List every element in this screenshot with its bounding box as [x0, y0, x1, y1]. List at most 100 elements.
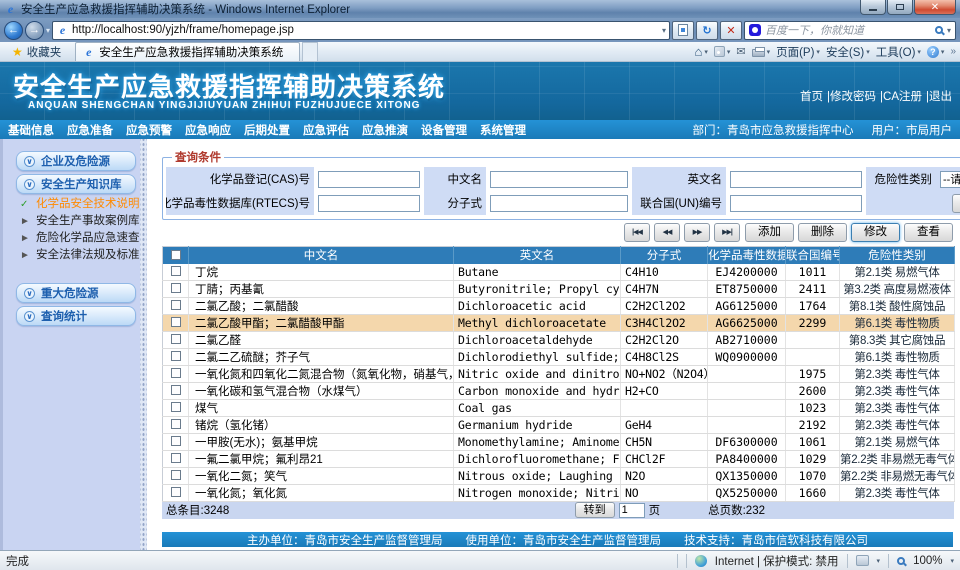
table-row[interactable]: 一氧化碳和氢气混合物（水煤气） Carbon monoxide and hydr… [163, 382, 955, 399]
address-bar[interactable]: e http://localhost:90/yjzh/frame/homepag… [52, 21, 670, 40]
compatibility-view-button[interactable] [672, 21, 694, 40]
goto-page-input[interactable] [619, 503, 645, 518]
safety-menu[interactable]: 安全(S)▾ [826, 44, 870, 60]
sidebar-item[interactable]: ► 安全法律法规及标准库 [20, 248, 140, 263]
zoom-level-text[interactable]: 100% [913, 555, 942, 567]
compat-mode-icon[interactable] [856, 555, 869, 566]
table-row[interactable]: 一氟二氯甲烷；氟利昂21 Dichlorofluoromethane; Freo… [163, 450, 955, 467]
search-dropdown-icon[interactable]: ▾ [947, 26, 951, 35]
new-tab-stub[interactable] [302, 42, 318, 61]
banner-link[interactable]: 首页 [800, 88, 823, 104]
sidebar-group[interactable]: ∨ 安全生产知识库 [16, 174, 136, 194]
row-checkbox[interactable] [171, 300, 181, 310]
un-input[interactable] [730, 195, 862, 212]
sidebar-splitter[interactable] [140, 139, 147, 550]
read-mail-button[interactable]: ✉ [736, 45, 745, 58]
row-checkbox[interactable] [171, 436, 181, 446]
menu-item[interactable]: 应急评估 [303, 122, 349, 138]
row-checkbox[interactable] [171, 283, 181, 293]
menu-item[interactable]: 应急准备 [67, 122, 113, 138]
pager-button[interactable]: ▶▶ [684, 223, 710, 242]
sidebar-item[interactable]: ► 危险化学品应急速查手... [20, 231, 140, 246]
header-danger[interactable]: 危险性类别 [840, 247, 955, 264]
forward-button[interactable]: → [25, 21, 44, 40]
header-en[interactable]: 英文名 [454, 247, 621, 264]
table-row[interactable]: 二氯乙酸；二氯醋酸 Dichloroacetic acid C2H2Cl2O2 … [163, 297, 955, 314]
banner-link[interactable]: |CA注册 [880, 88, 922, 104]
stop-button[interactable]: ✕ [720, 21, 742, 40]
row-checkbox[interactable] [171, 487, 181, 497]
menu-item[interactable]: 应急预警 [126, 122, 172, 138]
header-un[interactable]: 联合国编号 [786, 247, 840, 264]
feeds-button[interactable]: ▾ [714, 46, 731, 57]
header-cn[interactable]: 中文名 [189, 247, 454, 264]
favorites-button[interactable]: ★ 收藏夹 [4, 42, 69, 61]
sidebar-item[interactable]: ► 安全生产事故案例库 [20, 214, 140, 229]
add-button[interactable]: 添加 [745, 223, 794, 242]
search-icon[interactable] [935, 26, 943, 34]
menu-item[interactable]: 后期处置 [244, 122, 290, 138]
compat-dropdown-icon[interactable]: ▾ [877, 557, 881, 565]
address-dropdown-icon[interactable]: ▾ [662, 26, 666, 35]
zoom-dropdown-icon[interactable]: ▾ [950, 557, 954, 565]
table-row[interactable]: 煤气 Coal gas 1023 第2.3类 毒性气体 [163, 399, 955, 416]
select-all-checkbox[interactable] [171, 250, 181, 260]
table-row[interactable]: 丁烷 Butane C4H10 EJ4200000 1011 第2.1类 易燃气… [163, 264, 955, 281]
close-button[interactable]: ✕ [914, 0, 956, 15]
menu-item[interactable]: 应急推演 [362, 122, 408, 138]
back-button[interactable]: ← [4, 21, 23, 40]
page-menu[interactable]: 页面(P)▾ [776, 44, 820, 60]
search-placeholder[interactable]: 百度一下，你就知道 [765, 22, 931, 38]
table-row[interactable]: 锗烷（氢化锗） Germanium hydride GeH4 2192 第2.3… [163, 416, 955, 433]
row-checkbox[interactable] [171, 334, 181, 344]
sidebar-group[interactable]: ∨ 重大危险源 [16, 283, 136, 303]
menu-item[interactable]: 设备管理 [421, 122, 467, 138]
cas-input[interactable] [318, 171, 420, 188]
pager-button[interactable]: |◀◀ [624, 223, 650, 242]
more-commands-icon[interactable]: » [950, 46, 956, 57]
history-dropdown-icon[interactable]: ▾ [46, 26, 50, 35]
row-checkbox[interactable] [171, 385, 181, 395]
rtecs-input[interactable] [318, 195, 420, 212]
delete-button[interactable]: 删除 [798, 223, 847, 242]
sidebar-item[interactable]: ✓ 化学品安全技术说明书 [20, 197, 140, 212]
table-row[interactable]: 一甲胺(无水)；氨基甲烷 Monomethylamine; Aminometha… [163, 433, 955, 450]
table-row[interactable]: 二氯乙酸甲酯；二氯醋酸甲酯 Methyl dichloroacetate C3H… [163, 314, 955, 331]
maximize-button[interactable] [887, 0, 913, 15]
row-checkbox[interactable] [171, 351, 181, 361]
table-row[interactable]: 一氧化二氮；笑气 Nitrous oxide; Laughing gas N2O… [163, 467, 955, 484]
table-row[interactable]: 丁腈；丙基氰 Butyronitrile; Propyl cyanide C4H… [163, 280, 955, 297]
help-button[interactable]: ?▾ [927, 46, 945, 58]
row-checkbox[interactable] [171, 368, 181, 378]
tools-menu[interactable]: 工具(O)▾ [876, 44, 921, 60]
header-formula[interactable]: 分子式 [621, 247, 708, 264]
search-box[interactable]: 百度一下，你就知道 ▾ [744, 21, 956, 40]
menu-item[interactable]: 系统管理 [480, 122, 526, 138]
url-text[interactable]: http://localhost:90/yjzh/frame/homepage.… [72, 24, 659, 36]
sidebar-group[interactable]: ∨ 查询统计 [16, 306, 136, 326]
pager-button[interactable]: ◀◀ [654, 223, 680, 242]
row-checkbox[interactable] [171, 453, 181, 463]
table-row[interactable]: 一氧化氮和四氧化二氮混合物（氮氧化物，硝基气，氧化氮气体） Nitric oxi… [163, 365, 955, 382]
pager-button[interactable]: ▶▶| [714, 223, 740, 242]
row-checkbox[interactable] [171, 317, 181, 327]
row-checkbox[interactable] [171, 419, 181, 429]
formula-input[interactable] [490, 195, 628, 212]
minimize-button[interactable] [860, 0, 886, 15]
print-button[interactable]: ▾ [752, 46, 771, 57]
zoom-icon[interactable] [897, 557, 905, 565]
sidebar-group[interactable]: ∨ 企业及危险源 [16, 151, 136, 171]
banner-link[interactable]: |修改密码 [827, 88, 876, 104]
goto-page-button[interactable]: 转到 [575, 502, 615, 518]
search-button[interactable]: 查询 [952, 194, 960, 213]
tab-active[interactable]: e 安全生产应急救援指挥辅助决策系统 [75, 42, 300, 61]
row-checkbox[interactable] [171, 402, 181, 412]
banner-link[interactable]: |退出 [926, 88, 952, 104]
table-row[interactable]: 一氧化氮；氧化氮 Nitrogen monoxide; Nitric oxide… [163, 484, 955, 501]
table-row[interactable]: 二氯二乙硫醚；芥子气 Dichlorodiethyl sulfide; Must… [163, 348, 955, 365]
modify-button[interactable]: 修改 [851, 223, 900, 242]
row-checkbox[interactable] [171, 470, 181, 480]
view-button[interactable]: 查看 [904, 223, 953, 242]
row-checkbox[interactable] [171, 266, 181, 276]
menu-item[interactable]: 应急响应 [185, 122, 231, 138]
